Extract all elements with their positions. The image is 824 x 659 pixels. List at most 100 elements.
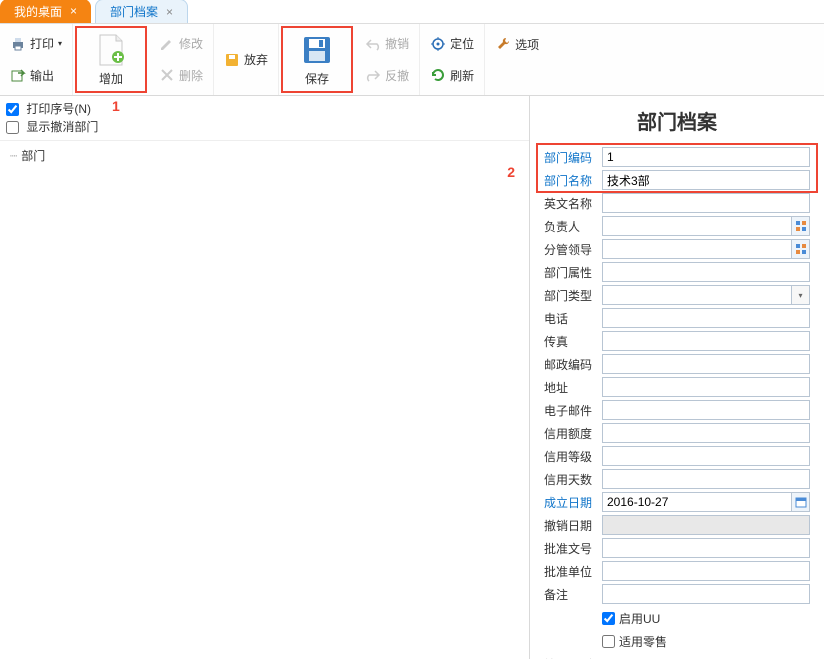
email-label: 电子邮件 bbox=[544, 402, 602, 419]
establish-input[interactable] bbox=[602, 492, 792, 512]
refresh-icon bbox=[430, 67, 446, 83]
show-cancelled-checkbox-row[interactable]: 显示撤消部门 bbox=[6, 118, 523, 136]
toolbar: 打印 ▾ 输出 增加 修改 删除 放弃 保存 bbox=[0, 24, 824, 96]
approvalorg-input[interactable] bbox=[602, 561, 810, 581]
print-seq-checkbox-row[interactable]: 打印序号(N) bbox=[6, 100, 523, 118]
tree-root-item[interactable]: ┈ 部门 bbox=[10, 147, 519, 164]
creditlimit-label: 信用额度 bbox=[544, 425, 602, 442]
content-area: 打印序号(N) 显示撤消部门 1 ┈ 部门 2 部门档案 部门编码 bbox=[0, 96, 824, 659]
canceldate-input bbox=[602, 515, 810, 535]
undo-icon bbox=[365, 36, 381, 52]
supervisor-label: 分管领导 bbox=[544, 241, 602, 258]
apply-retail-checkbox[interactable] bbox=[602, 635, 615, 648]
supervisor-picker-button[interactable] bbox=[792, 239, 810, 259]
undo-label: 撤销 bbox=[385, 35, 409, 52]
canceldate-label: 撤销日期 bbox=[544, 517, 602, 534]
tree-root-label: 部门 bbox=[21, 147, 45, 164]
name-input[interactable] bbox=[602, 170, 810, 190]
options-button[interactable]: 选项 bbox=[489, 34, 545, 55]
remark-label: 备注 bbox=[544, 586, 602, 603]
print-seq-label: 打印序号(N) bbox=[26, 102, 91, 116]
tab-dept-archive[interactable]: 部门档案 × bbox=[95, 0, 188, 23]
pencil-icon bbox=[159, 36, 175, 52]
export-icon bbox=[10, 67, 26, 83]
printer-icon bbox=[10, 36, 26, 52]
print-button[interactable]: 打印 ▾ bbox=[4, 33, 68, 54]
annotation-2: 2 bbox=[507, 164, 515, 180]
apply-retail-label: 适用零售 bbox=[619, 633, 667, 650]
output-button[interactable]: 输出 bbox=[4, 65, 68, 86]
left-options: 打印序号(N) 显示撤消部门 1 bbox=[0, 96, 529, 141]
leader-label: 负责人 bbox=[544, 218, 602, 235]
postcode-input[interactable] bbox=[602, 354, 810, 374]
grid-icon bbox=[796, 244, 806, 254]
redo-icon bbox=[365, 67, 381, 83]
enname-input[interactable] bbox=[602, 193, 810, 213]
creditlevel-input[interactable] bbox=[602, 446, 810, 466]
edit-button[interactable]: 修改 bbox=[153, 33, 209, 54]
disk-yellow-icon bbox=[224, 52, 240, 68]
save-button[interactable]: 保存 bbox=[281, 26, 353, 93]
save-label: 保存 bbox=[305, 70, 329, 87]
locate-button[interactable]: 定位 bbox=[424, 33, 480, 54]
counter-label: 反撤 bbox=[385, 67, 409, 84]
refresh-button[interactable]: 刷新 bbox=[424, 65, 480, 86]
address-label: 地址 bbox=[544, 379, 602, 396]
supervisor-input[interactable] bbox=[602, 239, 792, 259]
left-panel: 打印序号(N) 显示撤消部门 1 ┈ 部门 2 bbox=[0, 96, 530, 659]
type-label: 部门类型 bbox=[544, 287, 602, 304]
print-label: 打印 bbox=[30, 35, 54, 52]
fax-input[interactable] bbox=[602, 331, 810, 351]
undo-button[interactable]: 撤销 bbox=[359, 33, 415, 54]
attr-input[interactable] bbox=[602, 262, 810, 282]
attr-label: 部门属性 bbox=[544, 264, 602, 281]
show-cancelled-checkbox[interactable] bbox=[6, 121, 19, 134]
postcode-label: 邮政编码 bbox=[544, 356, 602, 373]
approvaldoc-input[interactable] bbox=[602, 538, 810, 558]
code-input[interactable] bbox=[602, 147, 810, 167]
calendar-icon bbox=[795, 496, 807, 508]
enable-uu-checkbox[interactable] bbox=[602, 612, 615, 625]
approvalorg-label: 批准单位 bbox=[544, 563, 602, 580]
right-panel: 部门档案 部门编码 部门名称 英文名称 负责人 bbox=[530, 96, 824, 659]
enname-label: 英文名称 bbox=[544, 195, 602, 212]
close-icon[interactable]: × bbox=[166, 5, 173, 19]
delete-label: 删除 bbox=[179, 67, 203, 84]
creditlevel-label: 信用等级 bbox=[544, 448, 602, 465]
print-seq-checkbox[interactable] bbox=[6, 103, 19, 116]
dropdown-icon: ▾ bbox=[58, 39, 62, 48]
apply-retail-row[interactable]: 适用零售 bbox=[602, 633, 810, 650]
grid-icon bbox=[796, 221, 806, 231]
delete-button[interactable]: 删除 bbox=[153, 65, 209, 86]
tab-page-label: 部门档案 bbox=[110, 3, 158, 20]
add-button[interactable]: 增加 bbox=[75, 26, 147, 93]
form-area: 部门编码 部门名称 英文名称 负责人 分管领导 bbox=[530, 147, 824, 659]
tree-view: ┈ 部门 bbox=[0, 141, 529, 170]
address-input[interactable] bbox=[602, 377, 810, 397]
leader-picker-button[interactable] bbox=[792, 216, 810, 236]
creditdays-input[interactable] bbox=[602, 469, 810, 489]
leader-input[interactable] bbox=[602, 216, 792, 236]
type-input[interactable] bbox=[602, 285, 792, 305]
counter-undo-button[interactable]: 反撤 bbox=[359, 65, 415, 86]
email-input[interactable] bbox=[602, 400, 810, 420]
abandon-label: 放弃 bbox=[244, 51, 268, 68]
output-label: 输出 bbox=[30, 67, 54, 84]
enable-uu-row[interactable]: 启用UU bbox=[602, 610, 810, 627]
remark-input[interactable] bbox=[602, 584, 810, 604]
refresh-label: 刷新 bbox=[450, 67, 474, 84]
tab-desktop[interactable]: 我的桌面 × bbox=[0, 0, 91, 23]
abandon-button[interactable]: 放弃 bbox=[218, 49, 274, 70]
establish-calendar-button[interactable] bbox=[792, 492, 810, 512]
phone-input[interactable] bbox=[602, 308, 810, 328]
approvaldoc-label: 批准文号 bbox=[544, 540, 602, 557]
name-label: 部门名称 bbox=[544, 172, 602, 189]
locate-icon bbox=[430, 36, 446, 52]
edit-label: 修改 bbox=[179, 35, 203, 52]
type-dropdown-button[interactable]: ▾ bbox=[792, 285, 810, 305]
creditlimit-input[interactable] bbox=[602, 423, 810, 443]
close-icon[interactable]: × bbox=[70, 4, 77, 18]
phone-label: 电话 bbox=[544, 310, 602, 327]
tree-dash-icon: ┈ bbox=[10, 149, 17, 163]
locate-label: 定位 bbox=[450, 35, 474, 52]
